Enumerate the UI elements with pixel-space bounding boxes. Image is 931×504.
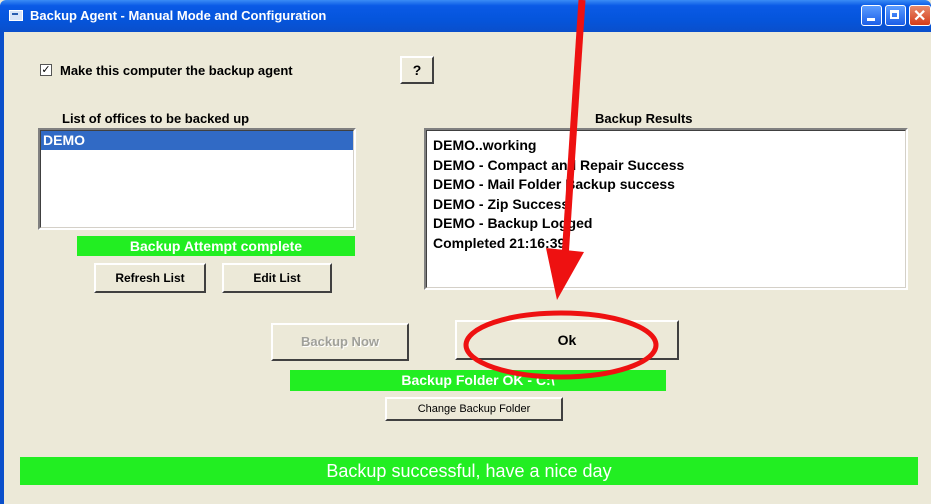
red-annotation-circle xyxy=(463,310,659,380)
ok-highlight-ellipse xyxy=(463,310,659,380)
